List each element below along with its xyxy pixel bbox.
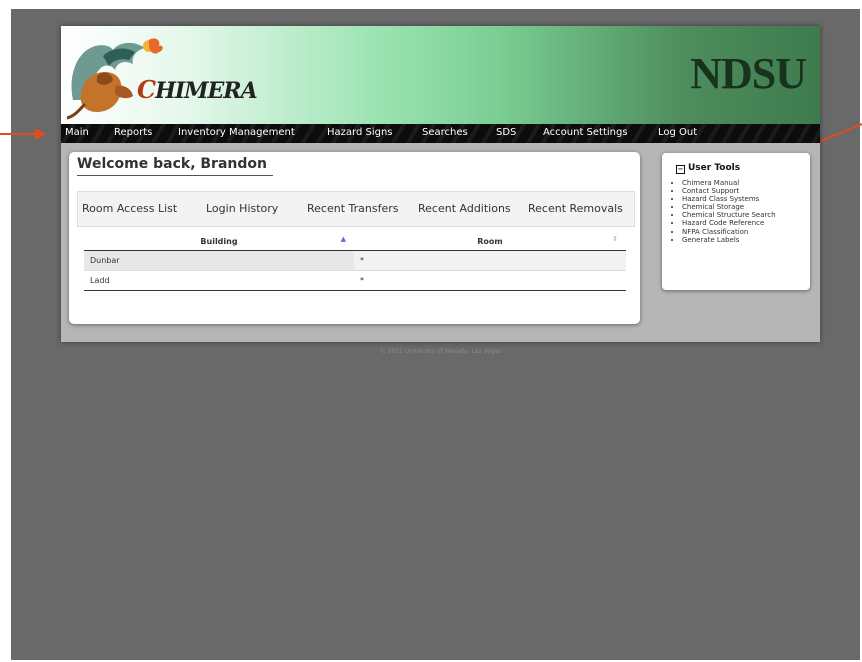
tool-link-contact-support[interactable]: Contact Support bbox=[682, 187, 776, 195]
school-name: NDSU bbox=[690, 49, 807, 98]
tool-link-chemical-structure-search[interactable]: Chemical Structure Search bbox=[682, 211, 776, 219]
nav-inventory-management[interactable]: Inventory Management bbox=[178, 127, 295, 138]
tab-recent-additions[interactable]: Recent Additions bbox=[418, 202, 511, 215]
collapse-icon[interactable]: − bbox=[676, 165, 685, 174]
sort-both-icon: ⇕ bbox=[612, 235, 618, 243]
column-header-label: Room bbox=[477, 236, 503, 246]
user-tools-panel: −User Tools Chimera Manual Contact Suppo… bbox=[662, 153, 810, 290]
welcome-panel: Welcome back, Brandon Room Access List L… bbox=[69, 152, 640, 324]
user-tools-list: Chimera Manual Contact Support Hazard Cl… bbox=[673, 179, 776, 244]
nav-reports[interactable]: Reports bbox=[114, 127, 152, 138]
nav-searches[interactable]: Searches bbox=[422, 127, 468, 138]
user-tools-title: User Tools bbox=[688, 163, 741, 173]
table-row: Ladd * bbox=[84, 270, 626, 291]
tab-login-history[interactable]: Login History bbox=[206, 202, 278, 215]
nav-hazard-signs[interactable]: Hazard Signs bbox=[327, 127, 393, 138]
column-header-room[interactable]: Room ⇕ bbox=[354, 232, 626, 251]
nav-log-out[interactable]: Log Out bbox=[658, 127, 697, 138]
cell-room: * bbox=[354, 270, 626, 291]
tool-link-chemical-storage[interactable]: Chemical Storage bbox=[682, 203, 776, 211]
nav-account-settings[interactable]: Account Settings bbox=[543, 127, 628, 138]
main-nav: Main Reports Inventory Management Hazard… bbox=[61, 124, 820, 143]
tab-recent-removals[interactable]: Recent Removals bbox=[528, 202, 623, 215]
nav-sds[interactable]: SDS bbox=[496, 127, 516, 138]
cell-building: Ladd bbox=[84, 270, 354, 291]
table-row: Dunbar * bbox=[84, 250, 626, 271]
tool-link-hazard-class-systems[interactable]: Hazard Class Systems bbox=[682, 195, 776, 203]
room-access-table: Building ▲ Room ⇕ Dunbar * Ladd * bbox=[84, 232, 626, 291]
tool-link-generate-labels[interactable]: Generate Labels bbox=[682, 236, 776, 244]
cell-building: Dunbar bbox=[84, 250, 354, 271]
column-header-building[interactable]: Building ▲ bbox=[84, 232, 354, 251]
footer-copyright: © 2021 University of Nevada, Las Vegas bbox=[379, 348, 502, 355]
app-frame: CHIMERA NDSU Main Reports Inventory Mana… bbox=[61, 26, 820, 342]
chimera-logo[interactable]: CHIMERA bbox=[63, 30, 258, 122]
logo-wordmark: CHIMERA bbox=[137, 75, 258, 104]
activity-tabs: Room Access List Login History Recent Tr… bbox=[77, 191, 635, 227]
tab-room-access-list[interactable]: Room Access List bbox=[82, 202, 177, 215]
column-header-label: Building bbox=[200, 236, 238, 246]
room-access-table-wrap: Building ▲ Room ⇕ Dunbar * Ladd * bbox=[84, 232, 626, 291]
tool-link-nfpa-classification[interactable]: NFPA Classification bbox=[682, 228, 776, 236]
cell-room: * bbox=[354, 250, 626, 271]
tool-link-hazard-code-reference[interactable]: Hazard Code Reference bbox=[682, 219, 776, 227]
tool-link-chimera-manual[interactable]: Chimera Manual bbox=[682, 179, 776, 187]
welcome-heading: Welcome back, Brandon bbox=[77, 156, 267, 172]
annotation-arrow-left bbox=[0, 128, 46, 140]
sort-ascending-icon: ▲ bbox=[340, 235, 346, 243]
header-banner: CHIMERA NDSU bbox=[61, 26, 820, 124]
nav-main[interactable]: Main bbox=[65, 127, 89, 138]
tab-recent-transfers[interactable]: Recent Transfers bbox=[307, 202, 398, 215]
heading-underline bbox=[77, 175, 273, 176]
user-tools-header[interactable]: − User Tools bbox=[676, 163, 741, 174]
